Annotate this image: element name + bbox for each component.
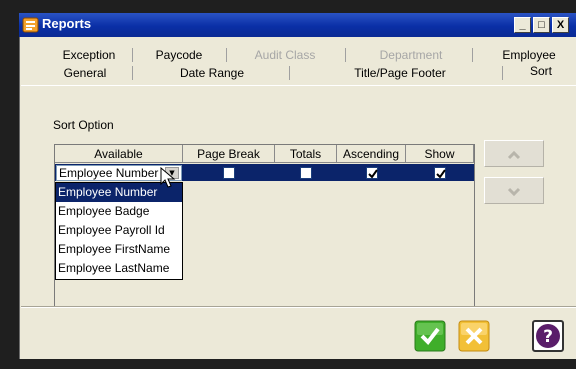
column-header-page-break[interactable]: Page Break (183, 145, 275, 163)
tab-separator (132, 48, 133, 62)
dropdown-option[interactable]: Employee Badge (56, 202, 182, 221)
cancel-button[interactable] (458, 320, 490, 352)
tab-separator (472, 48, 473, 62)
move-up-button[interactable] (484, 140, 544, 167)
move-down-button[interactable] (484, 177, 544, 204)
ascending-checkbox[interactable] (366, 167, 378, 179)
chevron-down-icon (507, 187, 521, 197)
tab-separator (345, 48, 346, 62)
check-icon (368, 169, 378, 179)
reports-app-icon (22, 16, 39, 33)
chevron-up-icon (507, 150, 521, 160)
help-button[interactable]: ? (532, 320, 564, 352)
sort-option-label: Sort Option (53, 118, 114, 132)
window-title: Reports (42, 16, 92, 31)
column-header-show[interactable]: Show (406, 145, 474, 163)
check-icon (414, 320, 446, 352)
check-icon (436, 169, 446, 179)
column-header-ascending[interactable]: Ascending (337, 145, 406, 163)
tab-date-range[interactable]: Date Range (160, 65, 264, 81)
tab-sort[interactable]: Sort (516, 63, 566, 79)
cross-icon (458, 320, 490, 352)
question-icon: ? (532, 320, 564, 352)
tab-employee[interactable]: Employee (484, 47, 574, 63)
dropdown-option[interactable]: Employee LastName (56, 259, 182, 278)
column-header-available[interactable]: Available (55, 145, 183, 163)
tab-separator (226, 48, 227, 62)
close-button[interactable]: X (552, 17, 569, 33)
page-break-checkbox[interactable] (223, 167, 235, 179)
tab-paycode[interactable]: Paycode (140, 47, 218, 63)
title-bar[interactable] (19, 13, 576, 37)
tab-exception[interactable]: Exception (44, 47, 134, 63)
show-checkbox[interactable] (434, 167, 446, 179)
column-header-totals[interactable]: Totals (275, 145, 337, 163)
divider (21, 307, 576, 308)
dropdown-option[interactable]: Employee Payroll Id (56, 221, 182, 240)
tab-audit-class[interactable]: Audit Class (232, 47, 338, 63)
totals-checkbox[interactable] (300, 167, 312, 179)
minimize-button[interactable]: _ (514, 17, 531, 33)
tab-general[interactable]: General (40, 65, 130, 81)
ok-button[interactable] (414, 320, 446, 352)
tab-separator (289, 66, 290, 80)
tab-separator (132, 66, 133, 80)
tab-title-page-footer[interactable]: Title/Page Footer (335, 65, 465, 81)
tab-department[interactable]: Department (352, 47, 470, 63)
maximize-button[interactable]: □ (533, 17, 550, 33)
svg-text:?: ? (543, 327, 553, 347)
dropdown-option[interactable]: Employee FirstName (56, 240, 182, 259)
tab-separator (502, 66, 503, 80)
mouse-cursor-icon (159, 166, 179, 189)
